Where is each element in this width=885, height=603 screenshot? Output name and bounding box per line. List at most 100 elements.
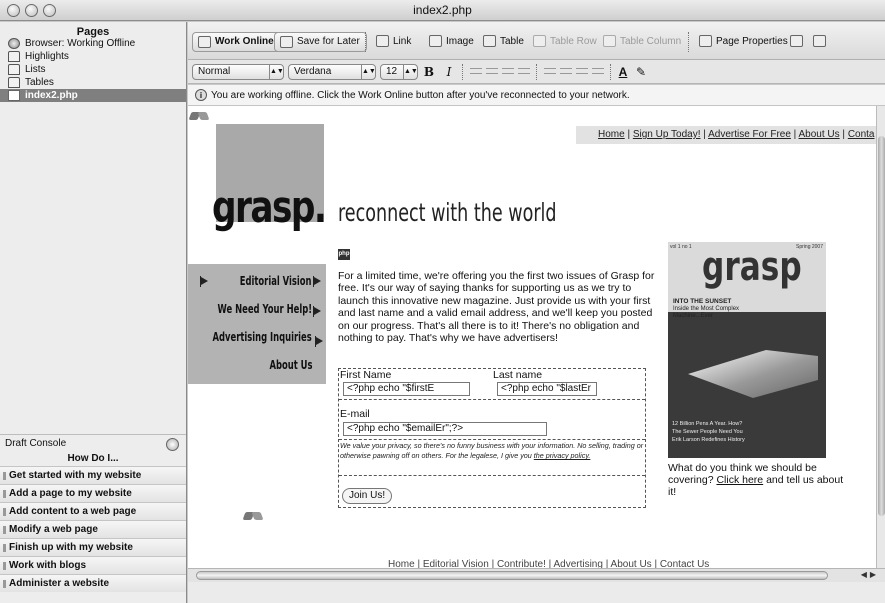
bold-button[interactable]: B bbox=[422, 64, 436, 80]
help-item-get-started[interactable]: Get started with my website bbox=[0, 466, 186, 484]
toolbar-separator bbox=[688, 32, 689, 52]
refresh-icon[interactable] bbox=[166, 438, 179, 451]
italic-button[interactable]: I bbox=[442, 64, 456, 80]
align-left-icon[interactable] bbox=[470, 66, 482, 77]
signup-form: First Name Last name <?php echo "$firstE… bbox=[338, 368, 646, 508]
align-right-icon[interactable] bbox=[502, 66, 514, 77]
help-item-add-page[interactable]: Add a page to my website bbox=[0, 484, 186, 502]
page-item-label: Highlights bbox=[25, 51, 69, 62]
space-shuttle-image bbox=[688, 350, 818, 398]
table-icon bbox=[483, 35, 496, 47]
document-icon bbox=[8, 90, 20, 101]
toolbar-separator bbox=[462, 64, 463, 80]
left-nav-need-help[interactable]: We Need Your Help! bbox=[188, 296, 326, 322]
save-for-later-button[interactable]: Save for Later bbox=[274, 32, 367, 52]
horizontal-scrollbar[interactable]: ◀▶ bbox=[188, 568, 885, 582]
page-item-label: index2.php bbox=[25, 90, 78, 101]
site-tagline: reconnect with the world bbox=[338, 198, 557, 227]
table-row-button[interactable]: Table Row bbox=[528, 32, 603, 52]
table-column-button[interactable]: Table Column bbox=[598, 32, 687, 52]
align-center-icon[interactable] bbox=[486, 66, 498, 77]
work-online-button[interactable]: Work Online bbox=[192, 32, 281, 52]
draft-console[interactable]: Draft Console bbox=[0, 434, 186, 452]
nav-link-contact[interactable]: Conta bbox=[848, 129, 875, 140]
toolbar-separator bbox=[365, 32, 366, 52]
page-item-highlights[interactable]: Highlights bbox=[0, 50, 186, 63]
php-script-marker-icon[interactable] bbox=[190, 110, 210, 122]
email-field[interactable]: <?php echo "$emailEr";?> bbox=[343, 422, 547, 436]
left-nav-about-us[interactable]: About Us bbox=[188, 352, 326, 378]
editor-canvas[interactable]: Home | Sign Up Today! | Advertise For Fr… bbox=[188, 106, 876, 568]
table-button[interactable]: Table bbox=[478, 32, 530, 52]
click-here-link[interactable]: Click here bbox=[716, 474, 763, 486]
font-select[interactable]: Verdana ▲▼ bbox=[288, 64, 376, 80]
page-item-browser[interactable]: Browser: Working Offline bbox=[0, 37, 186, 50]
sidebar: Pages Browser: Working Offline Highlight… bbox=[0, 22, 187, 603]
page-item-index2[interactable]: index2.php bbox=[0, 89, 186, 102]
help-item-add-content[interactable]: Add content to a web page bbox=[0, 502, 186, 520]
vertical-scrollbar[interactable] bbox=[876, 106, 885, 568]
left-nav-editorial-vision[interactable]: Editorial Vision bbox=[188, 268, 326, 294]
last-name-label: Last name bbox=[493, 369, 543, 381]
form-divider bbox=[339, 439, 645, 440]
magazine-title: grasp bbox=[702, 244, 802, 290]
spellcheck-button[interactable] bbox=[789, 32, 811, 52]
form-divider bbox=[339, 475, 645, 476]
scroll-arrows-icon[interactable]: ◀▶ bbox=[861, 570, 879, 579]
text-color-icon[interactable]: A bbox=[616, 64, 630, 80]
align-justify-icon[interactable] bbox=[518, 66, 530, 77]
join-us-button[interactable]: Join Us! bbox=[342, 488, 393, 504]
page-properties-icon bbox=[699, 35, 712, 47]
page-item-tables[interactable]: Tables bbox=[0, 76, 186, 89]
first-name-label: First Name bbox=[340, 369, 392, 381]
page-item-lists[interactable]: Lists bbox=[0, 63, 186, 76]
horizontal-scroll-thumb[interactable] bbox=[196, 571, 828, 580]
nav-link-about[interactable]: About Us bbox=[799, 129, 840, 140]
privacy-note: We value your privacy, so there's no fun… bbox=[340, 441, 644, 460]
php-icon[interactable]: php bbox=[338, 249, 350, 260]
magazine-caption: What do you think we should be covering?… bbox=[668, 462, 844, 498]
magazine-cover-image: vol 1 no 1 Spring 2007 grasp INTO THE SU… bbox=[668, 242, 826, 458]
folder-icon bbox=[8, 51, 20, 62]
help-item-modify-page[interactable]: Modify a web page bbox=[0, 520, 186, 538]
font-size-select[interactable]: 12 ▲▼ bbox=[380, 64, 418, 80]
php-script-marker-icon[interactable] bbox=[244, 510, 264, 522]
preview-button[interactable] bbox=[812, 32, 834, 52]
privacy-policy-link[interactable]: the privacy policy. bbox=[534, 451, 591, 460]
nav-link-sign-up[interactable]: Sign Up Today! bbox=[633, 129, 701, 140]
window-title: index2.php bbox=[413, 3, 472, 17]
indent-icon[interactable] bbox=[592, 66, 604, 77]
image-button[interactable]: Image bbox=[424, 32, 480, 52]
image-icon bbox=[429, 35, 442, 47]
outdent-icon[interactable] bbox=[576, 66, 588, 77]
email-label: E-mail bbox=[340, 408, 370, 420]
magazine-issue: vol 1 no 1 bbox=[670, 244, 692, 250]
left-nav-advertising[interactable]: Advertising Inquiries bbox=[188, 324, 326, 350]
bulleted-list-icon[interactable] bbox=[560, 66, 572, 77]
site-footer-nav[interactable]: Home | Editorial Vision | Contribute! | … bbox=[388, 559, 788, 568]
first-name-field[interactable]: <?php echo "$firstE bbox=[343, 382, 470, 396]
vertical-scroll-thumb[interactable] bbox=[878, 136, 885, 516]
title-bar: index2.php bbox=[0, 0, 885, 21]
nav-link-advertise[interactable]: Advertise For Free bbox=[708, 129, 791, 140]
folder-icon bbox=[8, 77, 20, 88]
offline-message: You are working offline. Click the Work … bbox=[211, 90, 630, 101]
page-item-label: Lists bbox=[25, 64, 46, 75]
site-left-nav: Editorial Vision We Need Your Help! Adve… bbox=[188, 264, 326, 384]
how-do-i-header: How Do I... bbox=[67, 453, 119, 464]
last-name-field[interactable]: <?php echo "$lastEr bbox=[497, 382, 597, 396]
toolbar-separator bbox=[610, 64, 611, 80]
magazine-cover-headline: INTO THE SUNSET Inside the Most Complex … bbox=[673, 298, 740, 319]
numbered-list-icon[interactable] bbox=[544, 66, 556, 77]
link-button[interactable]: Link bbox=[371, 32, 417, 52]
help-item-administer[interactable]: Administer a website bbox=[0, 574, 186, 592]
highlight-pen-icon[interactable]: ✎ bbox=[634, 64, 648, 80]
chevron-down-icon: ▲▼ bbox=[269, 65, 284, 79]
page-properties-button[interactable]: Page Properties bbox=[694, 32, 794, 52]
help-item-finish-up[interactable]: Finish up with my website bbox=[0, 538, 186, 556]
main-toolbar: Work Online Save for Later Link Image Ta… bbox=[188, 22, 885, 60]
paragraph-style-select[interactable]: Normal ▲▼ bbox=[192, 64, 284, 80]
offline-info-bar: i You are working offline. Click the Wor… bbox=[188, 85, 885, 106]
help-item-blogs[interactable]: Work with blogs bbox=[0, 556, 186, 574]
nav-link-home[interactable]: Home bbox=[598, 129, 625, 140]
